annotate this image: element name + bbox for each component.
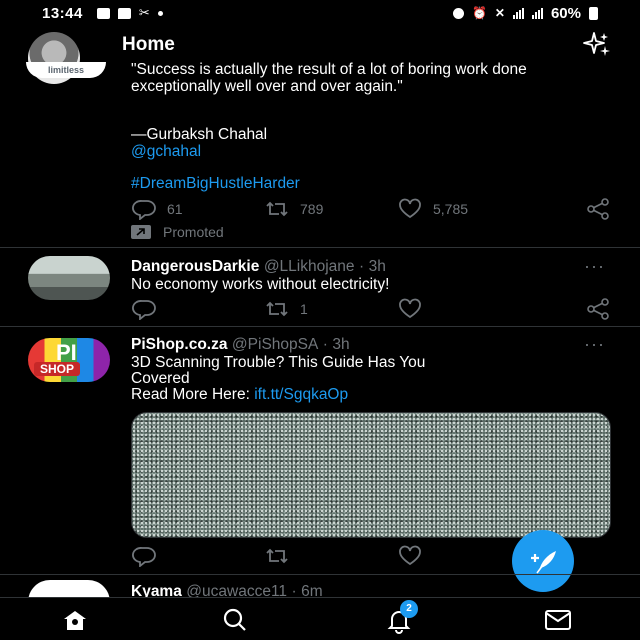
hashtag-link[interactable]: #DreamBigHustleHarder xyxy=(131,175,300,193)
gallery-icon xyxy=(96,7,110,19)
nav-notifications[interactable]: 2 xyxy=(386,600,418,639)
reply-button[interactable]: 61 xyxy=(131,198,264,220)
sparkle-icon[interactable] xyxy=(580,30,614,65)
more-options-icon[interactable]: ··· xyxy=(584,256,605,277)
data-saver-icon xyxy=(452,7,464,19)
more-options-icon[interactable]: ··· xyxy=(584,334,605,355)
retweet-button[interactable]: 789 xyxy=(264,198,397,220)
avatar[interactable]: PI SHOP xyxy=(28,338,110,382)
missed-call-icon: ✂ xyxy=(138,5,150,20)
read-more-label: Read More Here: xyxy=(131,386,255,403)
tweet-time: 3h xyxy=(368,258,386,275)
user-name[interactable]: PiShop.co.za xyxy=(131,336,227,353)
battery-icon xyxy=(589,6,598,20)
reply-icon xyxy=(132,547,156,567)
share-button[interactable] xyxy=(585,298,611,320)
user-name[interactable]: DangerousDarkie xyxy=(131,258,259,275)
mail-icon xyxy=(545,610,571,630)
divider xyxy=(0,574,640,575)
nav-messages[interactable] xyxy=(544,608,572,637)
tweet-header: DangerousDarkie @LLikhojane · 3h xyxy=(131,258,386,276)
bottom-navigation: 2 xyxy=(0,597,640,640)
dot-separator: · xyxy=(358,258,365,275)
tweet-text: "Success is actually the result of a lot… xyxy=(131,61,527,95)
dot-icon xyxy=(157,10,163,16)
user-handle: @LLikhojane xyxy=(263,258,355,275)
retweet-count: 789 xyxy=(300,201,324,217)
search-icon xyxy=(223,608,246,631)
reply-icon xyxy=(132,300,156,320)
notification-badge: 2 xyxy=(400,600,418,618)
promoted-label: Promoted xyxy=(131,224,224,240)
quote-author: —Gurbaksh Chahal xyxy=(131,126,268,143)
battery-percent: 60% xyxy=(550,4,581,22)
dot-separator: · xyxy=(322,336,328,353)
message-icon xyxy=(117,7,131,19)
compose-tweet-button[interactable] xyxy=(512,530,574,592)
promoted-icon xyxy=(131,225,151,239)
tweet-actions: 61 789 5,785 xyxy=(131,198,611,220)
tweet-link[interactable]: ift.tt/SgqkaOp xyxy=(254,386,348,403)
share-icon xyxy=(587,298,609,320)
retweet-icon xyxy=(266,548,288,564)
tweet-text: No economy works without electricity! xyxy=(131,276,390,293)
nav-search[interactable] xyxy=(222,608,248,637)
reply-button[interactable] xyxy=(131,298,264,320)
signal-icon xyxy=(531,7,543,19)
tweet-actions: 1 xyxy=(131,298,611,320)
divider xyxy=(0,326,640,327)
retweet-button[interactable] xyxy=(264,545,397,567)
feather-plus-icon xyxy=(531,551,556,574)
tweet-header: PiShop.co.za @PiShopSA · 3h xyxy=(131,336,350,354)
user-handle: @PiShopSA xyxy=(231,336,319,353)
divider xyxy=(0,247,640,248)
heart-icon xyxy=(399,198,421,219)
nav-home[interactable] xyxy=(62,608,88,637)
signal-icon xyxy=(512,7,524,19)
like-count: 5,785 xyxy=(433,201,469,217)
retweet-button[interactable]: 1 xyxy=(264,298,397,320)
share-icon xyxy=(587,198,609,220)
page-title: Home xyxy=(122,34,175,55)
alarm-icon: ⏰ xyxy=(471,6,487,20)
heart-icon xyxy=(399,545,421,566)
retweet-count: 1 xyxy=(300,301,308,317)
reply-button[interactable] xyxy=(131,545,264,567)
avatar[interactable] xyxy=(28,256,110,300)
retweet-icon xyxy=(266,301,288,317)
reply-count: 61 xyxy=(167,201,183,217)
heart-icon xyxy=(399,298,421,319)
share-button[interactable] xyxy=(585,198,611,220)
status-time: 13:44 xyxy=(42,4,83,22)
retweet-icon xyxy=(266,201,288,217)
promoted-text: Promoted xyxy=(163,224,224,240)
mention-link[interactable]: @gchahal xyxy=(131,143,201,161)
mute-icon: ✕ xyxy=(494,6,505,20)
like-button[interactable]: 5,785 xyxy=(397,198,567,220)
like-button[interactable] xyxy=(397,298,567,320)
home-icon xyxy=(64,611,86,630)
limitless-avatar[interactable]: limitless xyxy=(26,62,106,78)
status-bar: 13:44 ✂ ⏰ ✕ 60% xyxy=(0,0,640,26)
avatar-subtext: SHOP xyxy=(34,362,81,376)
tweet-media-image[interactable] xyxy=(131,412,611,538)
tweet-text-line3: Read More Here: ift.tt/SgqkaOp xyxy=(131,386,348,404)
tweet-time: 3h xyxy=(332,336,350,353)
reply-icon xyxy=(132,200,156,220)
